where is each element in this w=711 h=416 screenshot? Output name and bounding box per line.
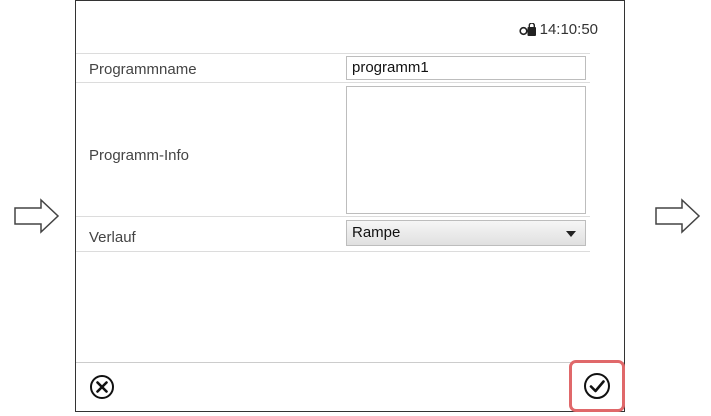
arrow-right-icon xyxy=(14,198,60,234)
program-name-label: Programmname xyxy=(89,61,197,78)
verlauf-label: Verlauf xyxy=(89,229,136,246)
check-circle-icon xyxy=(584,373,610,399)
divider xyxy=(76,251,590,252)
divider xyxy=(76,53,590,54)
close-circle-icon xyxy=(90,375,114,399)
confirm-button[interactable] xyxy=(569,360,625,412)
divider xyxy=(76,82,590,83)
clock: 14:10:50 xyxy=(519,21,598,38)
footer-bar xyxy=(76,360,625,412)
lock-key-icon xyxy=(519,22,536,36)
device-screen: 14:10:50 Programmname programm1 Programm… xyxy=(75,0,625,412)
arrow-right-icon xyxy=(655,198,701,234)
program-info-label: Programm-Info xyxy=(89,147,190,164)
status-bar: 14:10:50 xyxy=(76,1,624,53)
verlauf-value: Rampe xyxy=(352,224,401,241)
program-info-field[interactable] xyxy=(346,86,586,214)
time-display: 14:10:50 xyxy=(539,21,598,38)
divider xyxy=(76,216,590,217)
verlauf-select[interactable]: Rampe xyxy=(346,220,586,246)
program-name-field[interactable]: programm1 xyxy=(346,56,586,80)
chevron-down-icon xyxy=(566,231,576,237)
cancel-button[interactable] xyxy=(89,374,115,405)
